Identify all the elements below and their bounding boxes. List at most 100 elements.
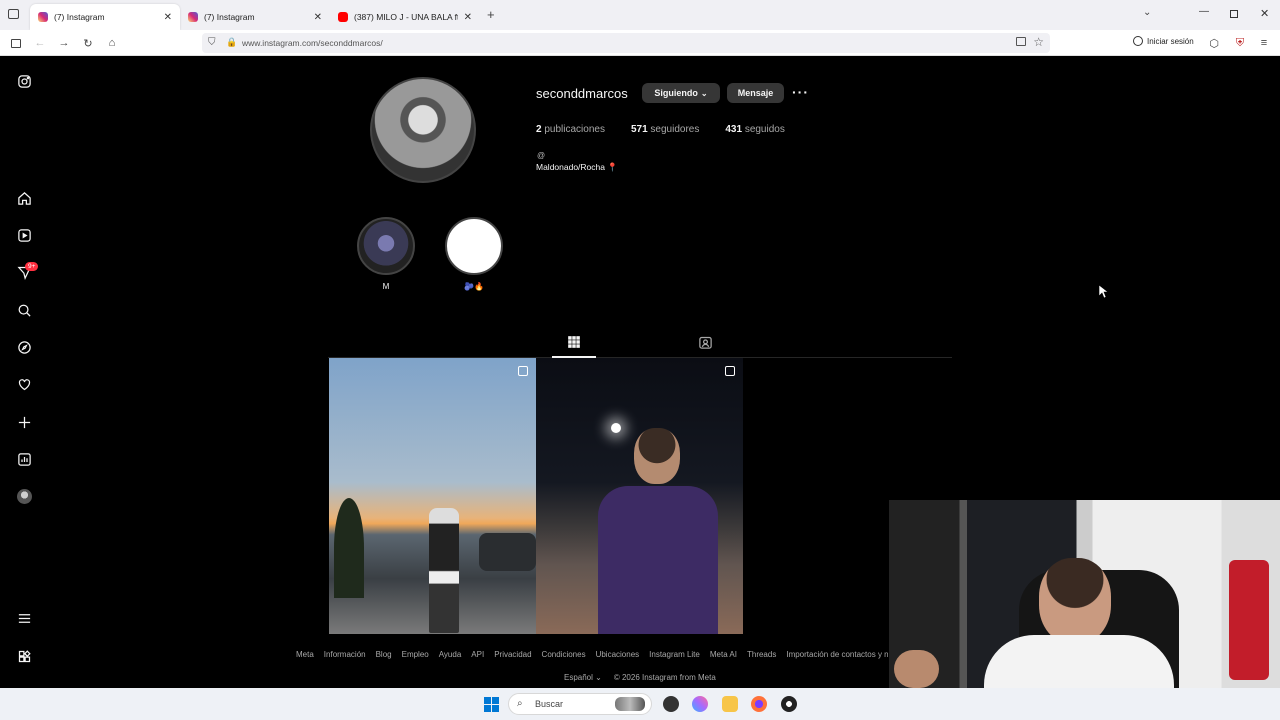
app-icon-5[interactable] bbox=[781, 696, 797, 712]
footer-link[interactable]: API bbox=[471, 650, 484, 659]
back-icon[interactable]: ← bbox=[33, 36, 47, 50]
signin-button[interactable]: Iniciar sesión bbox=[1133, 36, 1194, 46]
sidebar-toggle-icon[interactable] bbox=[9, 36, 23, 50]
instagram-page: 9+ seconddmarcos Siguiendo ⌄ Mensaje ···… bbox=[0, 57, 1280, 688]
chevron-down-icon[interactable]: ⌄ bbox=[1143, 7, 1151, 18]
footer-bottom: Español ⌄ © 2026 Instagram from Meta bbox=[564, 673, 716, 682]
explore-icon[interactable] bbox=[16, 339, 32, 355]
restore-icon[interactable] bbox=[1230, 10, 1238, 18]
highlight-label: 🫐🔥 bbox=[464, 282, 484, 291]
highlight-m[interactable] bbox=[357, 217, 415, 275]
highlight-label: M bbox=[382, 282, 390, 291]
firefox-icon[interactable] bbox=[751, 696, 767, 712]
threads-badge-icon[interactable]: @ bbox=[537, 151, 545, 160]
bookmark-star-icon[interactable]: ☆ bbox=[1033, 35, 1044, 49]
signin-label: Iniciar sesión bbox=[1147, 36, 1194, 46]
carousel-icon bbox=[518, 366, 528, 376]
home-icon[interactable] bbox=[16, 190, 32, 206]
tagged-tab-icon[interactable] bbox=[698, 335, 713, 355]
browser-tab-instagram-2[interactable]: (7) Instagram ✕ bbox=[180, 4, 330, 30]
app-icon-1[interactable] bbox=[663, 696, 679, 712]
highlight-white[interactable] bbox=[445, 217, 503, 275]
copyright: © 2026 Instagram from Meta bbox=[613, 673, 716, 682]
apps-icon[interactable] bbox=[16, 648, 32, 664]
footer-link[interactable]: Threads bbox=[747, 650, 776, 659]
copilot-icon[interactable] bbox=[692, 696, 708, 712]
profile-avatar-icon[interactable] bbox=[16, 488, 32, 504]
footer-link[interactable]: Ubicaciones bbox=[596, 650, 640, 659]
chevron-down-icon: ⌄ bbox=[700, 88, 708, 98]
footer-link[interactable]: Blog bbox=[376, 650, 392, 659]
message-button[interactable]: Mensaje bbox=[727, 83, 784, 103]
footer-link[interactable]: Instagram Lite bbox=[649, 650, 700, 659]
search-highlight-image bbox=[615, 697, 645, 711]
profile-avatar[interactable] bbox=[370, 77, 476, 183]
windows-start-icon[interactable] bbox=[484, 697, 499, 712]
more-options-icon[interactable]: ··· bbox=[792, 84, 809, 100]
close-tab-icon[interactable]: ✕ bbox=[464, 12, 472, 23]
mouse-cursor-icon bbox=[1098, 284, 1109, 303]
forward-icon[interactable]: → bbox=[57, 36, 71, 50]
close-window-icon[interactable]: ✕ bbox=[1260, 7, 1269, 20]
person-head bbox=[1039, 558, 1111, 644]
language-select[interactable]: Español ⌄ bbox=[564, 673, 602, 682]
youtube-favicon-icon bbox=[338, 12, 348, 22]
carousel-icon bbox=[725, 366, 735, 376]
footer-link[interactable]: Empleo bbox=[402, 650, 429, 659]
footer-link[interactable]: Importación de contactos y no usuarios bbox=[786, 650, 888, 659]
shield-extension-icon[interactable]: ⛨ bbox=[1233, 36, 1247, 50]
post-thumbnail-sunset[interactable] bbox=[329, 358, 536, 634]
instagram-icon[interactable] bbox=[16, 73, 32, 89]
footer-links: Meta Información Blog Empleo Ayuda API P… bbox=[296, 650, 888, 659]
reader-view-icon[interactable] bbox=[1016, 37, 1026, 46]
home-browser-icon[interactable]: ⌂ bbox=[105, 36, 119, 50]
menu-icon[interactable] bbox=[16, 610, 32, 626]
taskbar-search[interactable]: ⌕ Buscar bbox=[508, 693, 652, 715]
browser-tab-youtube[interactable]: (387) MILO J - UNA BALA ft. Pe ✕ bbox=[330, 4, 480, 30]
instagram-favicon-icon bbox=[188, 12, 198, 22]
palm-tree bbox=[334, 498, 364, 598]
footer-link[interactable]: Privacidad bbox=[494, 650, 531, 659]
address-bar[interactable]: ⛉ 🔒 www.instagram.com/seconddmarcos/ ☆ bbox=[202, 33, 1050, 53]
person-head bbox=[634, 428, 680, 484]
footer-link[interactable]: Información bbox=[324, 650, 366, 659]
followers-stat[interactable]: 571 seguidores bbox=[631, 124, 699, 135]
red-jersey bbox=[1229, 560, 1269, 680]
close-tab-icon[interactable]: ✕ bbox=[164, 12, 172, 23]
following-button[interactable]: Siguiendo ⌄ bbox=[642, 83, 720, 103]
following-stat[interactable]: 431 seguidos bbox=[725, 124, 785, 135]
dashboard-icon[interactable] bbox=[16, 451, 32, 467]
search-icon[interactable] bbox=[16, 302, 32, 318]
chevron-down-icon: ⌄ bbox=[595, 673, 602, 682]
create-icon[interactable] bbox=[16, 414, 32, 430]
account-icon bbox=[1133, 36, 1143, 46]
new-tab-icon[interactable]: + bbox=[487, 7, 495, 22]
posts-stat: 2 publicaciones bbox=[536, 124, 605, 135]
reels-icon[interactable] bbox=[16, 227, 32, 243]
tab-title: (7) Instagram bbox=[204, 12, 255, 22]
browser-tab-bar: (7) Instagram ✕ (7) Instagram ✕ (387) MI… bbox=[0, 0, 1280, 30]
profile-username: seconddmarcos bbox=[536, 86, 628, 101]
extensions-icon[interactable]: ⬡ bbox=[1207, 36, 1221, 50]
footer-link[interactable]: Ayuda bbox=[439, 650, 462, 659]
hamburger-menu-icon[interactable]: ≡ bbox=[1257, 36, 1271, 50]
post-thumbnail-night[interactable] bbox=[536, 358, 743, 634]
footer-link[interactable]: Condiciones bbox=[542, 650, 586, 659]
instagram-favicon-icon bbox=[38, 12, 48, 22]
browser-tab-instagram-1[interactable]: (7) Instagram ✕ bbox=[30, 4, 180, 30]
close-tab-icon[interactable]: ✕ bbox=[314, 12, 322, 23]
hand bbox=[894, 650, 939, 688]
minimize-icon[interactable]: — bbox=[1199, 6, 1209, 17]
file-explorer-icon[interactable] bbox=[722, 696, 738, 712]
footer-link[interactable]: Meta bbox=[296, 650, 314, 659]
heart-icon[interactable] bbox=[16, 376, 32, 392]
street-light bbox=[611, 423, 621, 433]
footer-link[interactable]: Meta AI bbox=[710, 650, 737, 659]
posts-grid-tab-icon[interactable] bbox=[567, 335, 581, 354]
tab-list-icon[interactable] bbox=[8, 9, 19, 19]
reload-icon[interactable]: ↻ bbox=[81, 36, 95, 50]
message-label: Mensaje bbox=[737, 88, 774, 98]
notification-badge: 9+ bbox=[25, 262, 39, 271]
person-shirt bbox=[984, 635, 1174, 688]
profile-stats: 2 publicaciones 571 seguidores 431 segui… bbox=[536, 124, 785, 135]
